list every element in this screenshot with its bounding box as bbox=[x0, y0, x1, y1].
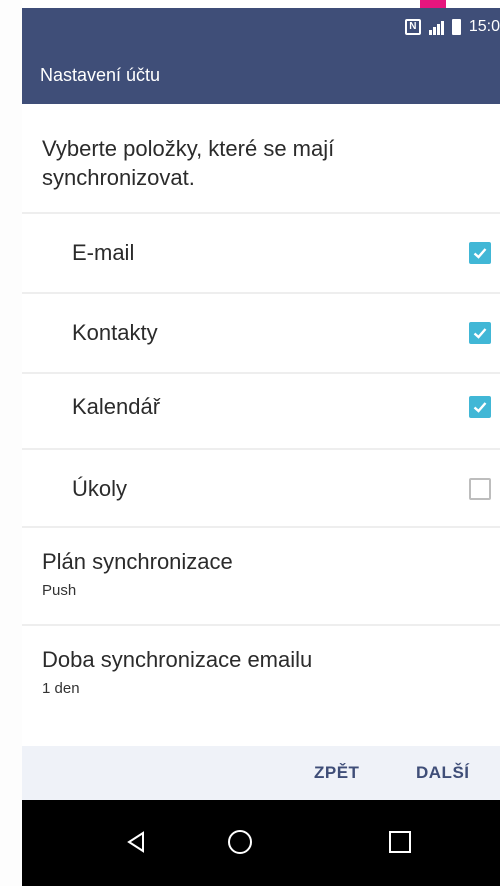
email-checkbox[interactable] bbox=[469, 242, 491, 264]
nav-back-icon[interactable] bbox=[116, 822, 156, 862]
sync-schedule-setting[interactable]: Plán synchronizace Push bbox=[42, 548, 482, 599]
signal-icon bbox=[428, 19, 444, 35]
setting-title: Plán synchronizace bbox=[42, 549, 233, 574]
sync-item-contacts[interactable]: Kontakty bbox=[22, 294, 500, 372]
account-settings-screen: N 15:0 Nastavení účtu Vyberte položky, k… bbox=[22, 0, 500, 886]
sync-item-label: Úkoly bbox=[72, 476, 128, 501]
page-title: Nastavení účtu bbox=[40, 64, 161, 85]
status-time: 15:0 bbox=[468, 18, 500, 35]
setting-value: Push bbox=[42, 582, 77, 599]
sync-item-email[interactable]: E-mail bbox=[22, 214, 500, 292]
tasks-checkbox[interactable] bbox=[469, 478, 491, 500]
sync-instructions: Vyberte položky, které se mají synchroni… bbox=[42, 136, 335, 190]
status-icons: N 15:0 bbox=[404, 18, 500, 36]
checkmark-icon bbox=[473, 248, 487, 259]
wizard-footer: ZPĚT DALŠÍ bbox=[22, 746, 500, 800]
sync-item-label: Kalendář bbox=[72, 394, 161, 419]
checkmark-icon bbox=[473, 402, 487, 413]
setting-value: 1 den bbox=[42, 680, 80, 697]
battery-icon bbox=[451, 19, 461, 35]
divider bbox=[22, 526, 500, 528]
next-button[interactable]: DALŠÍ bbox=[416, 746, 470, 800]
status-bar: N 15:0 bbox=[22, 8, 500, 46]
notification-indicator bbox=[420, 0, 446, 8]
system-nav-bar bbox=[22, 800, 500, 886]
divider bbox=[22, 624, 500, 626]
sync-item-calendar[interactable]: Kalendář bbox=[22, 368, 500, 446]
checkmark-icon bbox=[473, 328, 487, 339]
nav-recents-icon[interactable] bbox=[380, 822, 420, 862]
email-sync-period-setting[interactable]: Doba synchronizace emailu 1 den bbox=[42, 646, 482, 697]
calendar-checkbox[interactable] bbox=[469, 396, 491, 418]
nav-home-icon[interactable] bbox=[220, 822, 260, 862]
contacts-checkbox[interactable] bbox=[469, 322, 491, 344]
sync-item-label: E-mail bbox=[72, 240, 135, 265]
action-bar: Nastavení účtu bbox=[22, 46, 500, 104]
sync-item-tasks[interactable]: Úkoly bbox=[22, 450, 500, 528]
sync-item-label: Kontakty bbox=[72, 320, 158, 345]
back-button[interactable]: ZPĚT bbox=[314, 746, 359, 800]
setting-title: Doba synchronizace emailu bbox=[42, 647, 313, 672]
nfc-icon: N bbox=[404, 19, 421, 35]
